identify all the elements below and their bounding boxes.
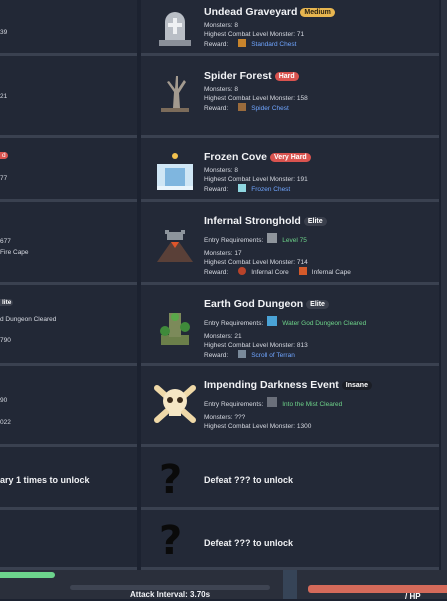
left-fragment: 21 [0,93,8,100]
difficulty-badge: Elite [303,217,327,226]
left-fragment: Fire Cape [0,249,29,256]
left-card[interactable]: 39 [0,0,137,56]
reward-label: Reward: [204,269,229,276]
dungeon-card-earth-god-dungeon[interactable]: Earth God Dungeon Elite Entry Requirement… [141,285,439,366]
cape-icon [298,267,307,275]
difficulty-badge: Medium [300,8,335,17]
dead-tree-icon [161,76,189,112]
left-card[interactable]: d 77 [0,138,137,202]
unlock-requirement: Defeat ??? to unlock [204,538,294,548]
left-fragment: 790 [0,337,11,344]
dungeon-title: Impending Darkness Event [204,379,339,391]
enemy-hp-bar [308,585,447,593]
highest-level: Highest Combat Level Monster: 1300 [204,423,312,430]
left-card[interactable]: 677 Fire Cape [0,202,137,285]
left-badge-fragment: lite [0,299,14,306]
core-icon [238,267,247,275]
dungeon-card-undead-graveyard[interactable]: Undead Graveyard Medium Monsters: 8 Highe… [141,0,439,56]
unlock-requirement: Defeat ??? to unlock [204,475,294,485]
ice-cave-icon [157,153,193,190]
dungeon-title: Spider Forest [204,70,272,82]
left-card[interactable] [0,510,137,570]
vine-ruins-icon [160,313,190,345]
locked-dungeon-card[interactable]: ? Defeat ??? to unlock [141,447,439,510]
reward-link[interactable]: Scroll of Terran [251,352,295,359]
dungeon-card-spider-forest[interactable]: Spider Forest Hard Monsters: 8 Highest Co… [141,56,439,138]
monster-count: Monsters: ??? [204,414,246,421]
entry-requirement: Level 75 [282,237,307,244]
locked-dungeon-card[interactable]: ? Defeat ??? to unlock [141,510,439,570]
left-card[interactable]: 21 [0,56,137,138]
monster-count: Monsters: 8 [204,86,238,93]
monster-count: Monsters: 21 [204,333,242,340]
reward-label: Reward: [204,41,229,48]
skull-crossbones-icon [154,385,196,423]
entry-label: Entry Requirements: [204,237,264,244]
water-god-icon [267,316,278,326]
difficulty-badge: Insane [341,381,372,390]
gravestone-icon [159,12,191,46]
dungeon-card-frozen-cove[interactable]: Frozen Cove Very Hard Monsters: 8 Highest… [141,138,439,202]
left-fragment: 677 [0,238,11,245]
difficulty-badge: Elite [306,300,329,309]
chest-icon [238,184,247,192]
left-badge-fragment: d [0,152,8,159]
chest-icon [238,39,247,47]
reward-link[interactable]: Standard Chest [251,41,296,48]
chest-icon [238,103,247,111]
left-card[interactable]: 90 022 [0,366,137,447]
dungeon-title: Earth God Dungeon [204,298,304,310]
highest-level: Highest Combat Level Monster: 158 [204,95,308,102]
highest-level: Highest Combat Level Monster: 191 [204,176,308,183]
reward-link[interactable]: Spider Chest [251,105,289,112]
left-fragment: 022 [0,419,11,426]
dungeon-card-infernal-stronghold[interactable]: Infernal Stronghold Elite Entry Requireme… [141,202,439,285]
combat-divider [283,570,297,599]
attack-interval: Attack Interval: 3.70s [130,590,211,599]
dungeon-title: Frozen Cove [204,151,268,163]
left-card[interactable]: lite d Dungeon Cleared 790 [0,285,137,366]
left-column: 39 21 d 77 677 Fire Cape lite d Dungeon … [0,0,137,570]
left-fragment: 90 [0,397,8,404]
left-locked-card[interactable]: ary 1 times to unlock [0,447,137,510]
right-column-edge [441,0,447,570]
level-icon [267,233,278,243]
entry-label: Entry Requirements: [204,401,264,408]
left-fragment: 77 [0,175,8,182]
left-lock-text: ary 1 times to unlock [0,475,90,485]
reward-label: Reward: [204,186,229,193]
reward-item: Infernal Core [251,269,289,276]
question-mark-icon: ? [159,518,183,564]
monster-count: Monsters: 8 [204,22,238,29]
difficulty-badge: Hard [274,72,299,81]
left-fragment: d Dungeon Cleared [0,316,57,323]
player-hp-bar [0,572,55,578]
left-fragment: 39 [0,29,8,36]
difficulty-badge: Very Hard [270,153,311,162]
reward-link[interactable]: Frozen Chest [251,186,290,193]
highest-level: Highest Combat Level Monster: 714 [204,259,308,266]
question-mark-icon: ? [159,457,183,503]
mist-icon [267,397,278,407]
highest-level: Highest Combat Level Monster: 813 [204,342,308,349]
highest-level: Highest Combat Level Monster: 71 [204,31,305,38]
reward-label: Reward: [204,105,229,112]
scroll-icon [238,350,247,358]
entry-requirement: Water God Dungeon Cleared [282,320,367,327]
monster-count: Monsters: 17 [204,250,242,257]
reward-item: Infernal Cape [311,269,351,276]
entry-requirement: Into the Mist Cleared [282,401,343,408]
entry-label: Entry Requirements: [204,320,264,327]
dungeon-list: Undead Graveyard Medium Monsters: 8 Highe… [141,0,439,570]
enemy-hp-text: / HP [405,592,421,601]
dungeon-title: Undead Graveyard [204,6,298,18]
volcano-fortress-icon [157,230,193,262]
reward-label: Reward: [204,352,229,359]
dungeon-card-impending-darkness[interactable]: Impending Darkness Event Insane Entry Req… [141,366,439,447]
monster-count: Monsters: 8 [204,167,238,174]
dungeon-title: Infernal Stronghold [204,215,301,227]
